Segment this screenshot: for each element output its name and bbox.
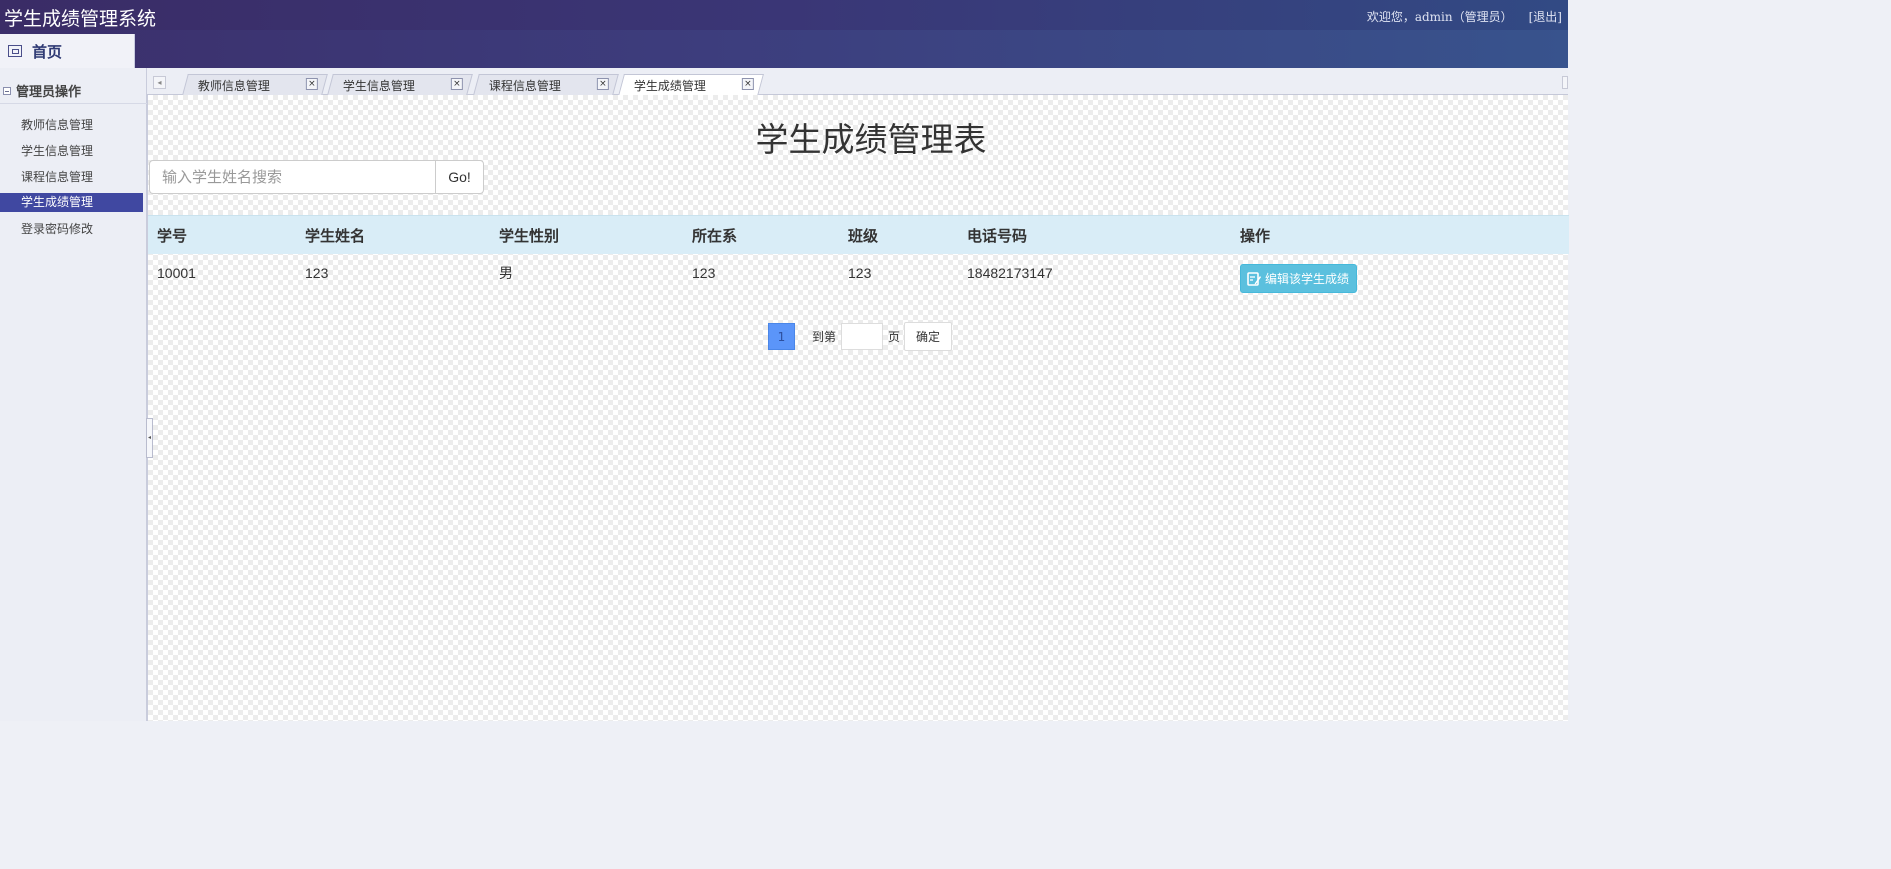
- app-title: 学生成绩管理系统: [4, 8, 157, 30]
- tab-label: 学生信息管理: [342, 78, 415, 93]
- page-title: 学生成绩管理表: [755, 120, 987, 159]
- cell-class: 123: [848, 265, 872, 281]
- tab-student-info[interactable]: 学生信息管理 ×: [327, 74, 473, 95]
- sidebar-item-student-grades[interactable]: 学生成绩管理: [0, 193, 143, 212]
- sidebar-collapse-handle[interactable]: ◂: [146, 418, 153, 458]
- cell-gender: 男: [499, 265, 513, 281]
- page-jump-input[interactable]: [841, 322, 884, 350]
- cell-department: 123: [692, 265, 716, 281]
- tab-scroll-right-icon[interactable]: [1562, 76, 1568, 89]
- tab-scroll-left-icon[interactable]: ◂: [153, 76, 166, 89]
- column-header: 班级: [848, 226, 879, 245]
- pagination: 1 到第 页 确定: [768, 321, 953, 351]
- close-icon[interactable]: ×: [741, 78, 754, 90]
- edit-grades-button[interactable]: 编辑该学生成绩: [1240, 263, 1358, 293]
- window-icon: [8, 45, 22, 57]
- sidebar: 管理员操作 教师信息管理 学生信息管理 课程信息管理 学生成绩管理 登录密码修改: [0, 68, 147, 721]
- sidebar-item-student-info[interactable]: 学生信息管理: [0, 138, 143, 164]
- header-title-bar: 学生成绩管理系统 欢迎您，admin（管理员） [退出]: [0, 0, 1568, 30]
- user-area: 欢迎您，admin（管理员） [退出]: [1367, 8, 1562, 25]
- close-icon[interactable]: ×: [596, 78, 609, 90]
- tab-teacher-info[interactable]: 教师信息管理 ×: [182, 74, 328, 95]
- collapse-icon[interactable]: [3, 86, 11, 95]
- top-header: 学生成绩管理系统 欢迎您，admin（管理员） [退出] 首页: [0, 0, 1568, 68]
- tab-label: 教师信息管理: [197, 78, 270, 93]
- column-header: 学生姓名: [305, 226, 366, 245]
- close-icon[interactable]: ×: [305, 78, 318, 90]
- sidebar-item-course-info[interactable]: 课程信息管理: [0, 164, 143, 190]
- sidebar-section-header[interactable]: 管理员操作: [0, 78, 147, 104]
- cell-student-id: 10001: [157, 265, 196, 281]
- search-input[interactable]: [149, 160, 435, 194]
- tab-student-grades[interactable]: 学生成绩管理 ×: [618, 74, 764, 96]
- cell-action: 编辑该学生成绩: [1231, 254, 1561, 293]
- logout-link[interactable]: [退出]: [1529, 8, 1562, 25]
- go-button[interactable]: Go!: [435, 160, 484, 194]
- cell-phone: 18482173147: [967, 265, 1053, 281]
- column-header: 学生性别: [499, 226, 560, 245]
- edit-grades-label: 编辑该学生成绩: [1265, 271, 1350, 286]
- search-box: Go!: [149, 160, 484, 194]
- goto-label: 到第: [812, 329, 837, 344]
- page-number-current[interactable]: 1: [768, 322, 795, 350]
- tab-label: 学生成绩管理: [633, 79, 706, 93]
- home-label: 首页: [32, 42, 63, 61]
- column-header: 学号: [157, 226, 188, 245]
- tab-label: 课程信息管理: [488, 78, 561, 93]
- sidebar-item-password-change[interactable]: 登录密码修改: [0, 216, 143, 242]
- table-header-row: 学号 学生姓名 学生性别 所在系 班级 电话号码 操作: [148, 215, 1569, 254]
- grades-table: 学号 学生姓名 学生性别 所在系 班级 电话号码 操作 10001 123 男 …: [148, 215, 1569, 293]
- sidebar-menu: 教师信息管理 学生信息管理 课程信息管理 学生成绩管理 登录密码修改: [0, 112, 147, 242]
- column-header: 所在系: [692, 226, 738, 245]
- welcome-text: 欢迎您，admin（管理员）: [1366, 10, 1513, 24]
- cell-student-name: 123: [305, 265, 329, 281]
- page-unit-label: 页: [888, 329, 901, 344]
- tabs-bar: ◂ 教师信息管理 × 学生信息管理 × 课程信息管理 × 学生成绩管理 ×: [147, 68, 1568, 96]
- column-header: 操作: [1240, 226, 1271, 245]
- edit-icon: [1247, 271, 1261, 286]
- sidebar-section-title: 管理员操作: [16, 85, 82, 100]
- table-row: 10001 123 男 123 123 18482173147 编辑该学生成绩: [148, 254, 1569, 293]
- tab-course-info[interactable]: 课程信息管理 ×: [473, 74, 619, 95]
- column-header: 电话号码: [967, 226, 1028, 245]
- close-icon[interactable]: ×: [450, 78, 463, 90]
- confirm-page-button[interactable]: 确定: [904, 321, 953, 351]
- sidebar-item-teacher-info[interactable]: 教师信息管理: [0, 112, 143, 138]
- main-content: 学生成绩管理表 Go! 学号 学生姓名 学生性别 所在系 班级 电话号码 操作 …: [147, 95, 1569, 721]
- home-tab[interactable]: 首页: [0, 34, 135, 68]
